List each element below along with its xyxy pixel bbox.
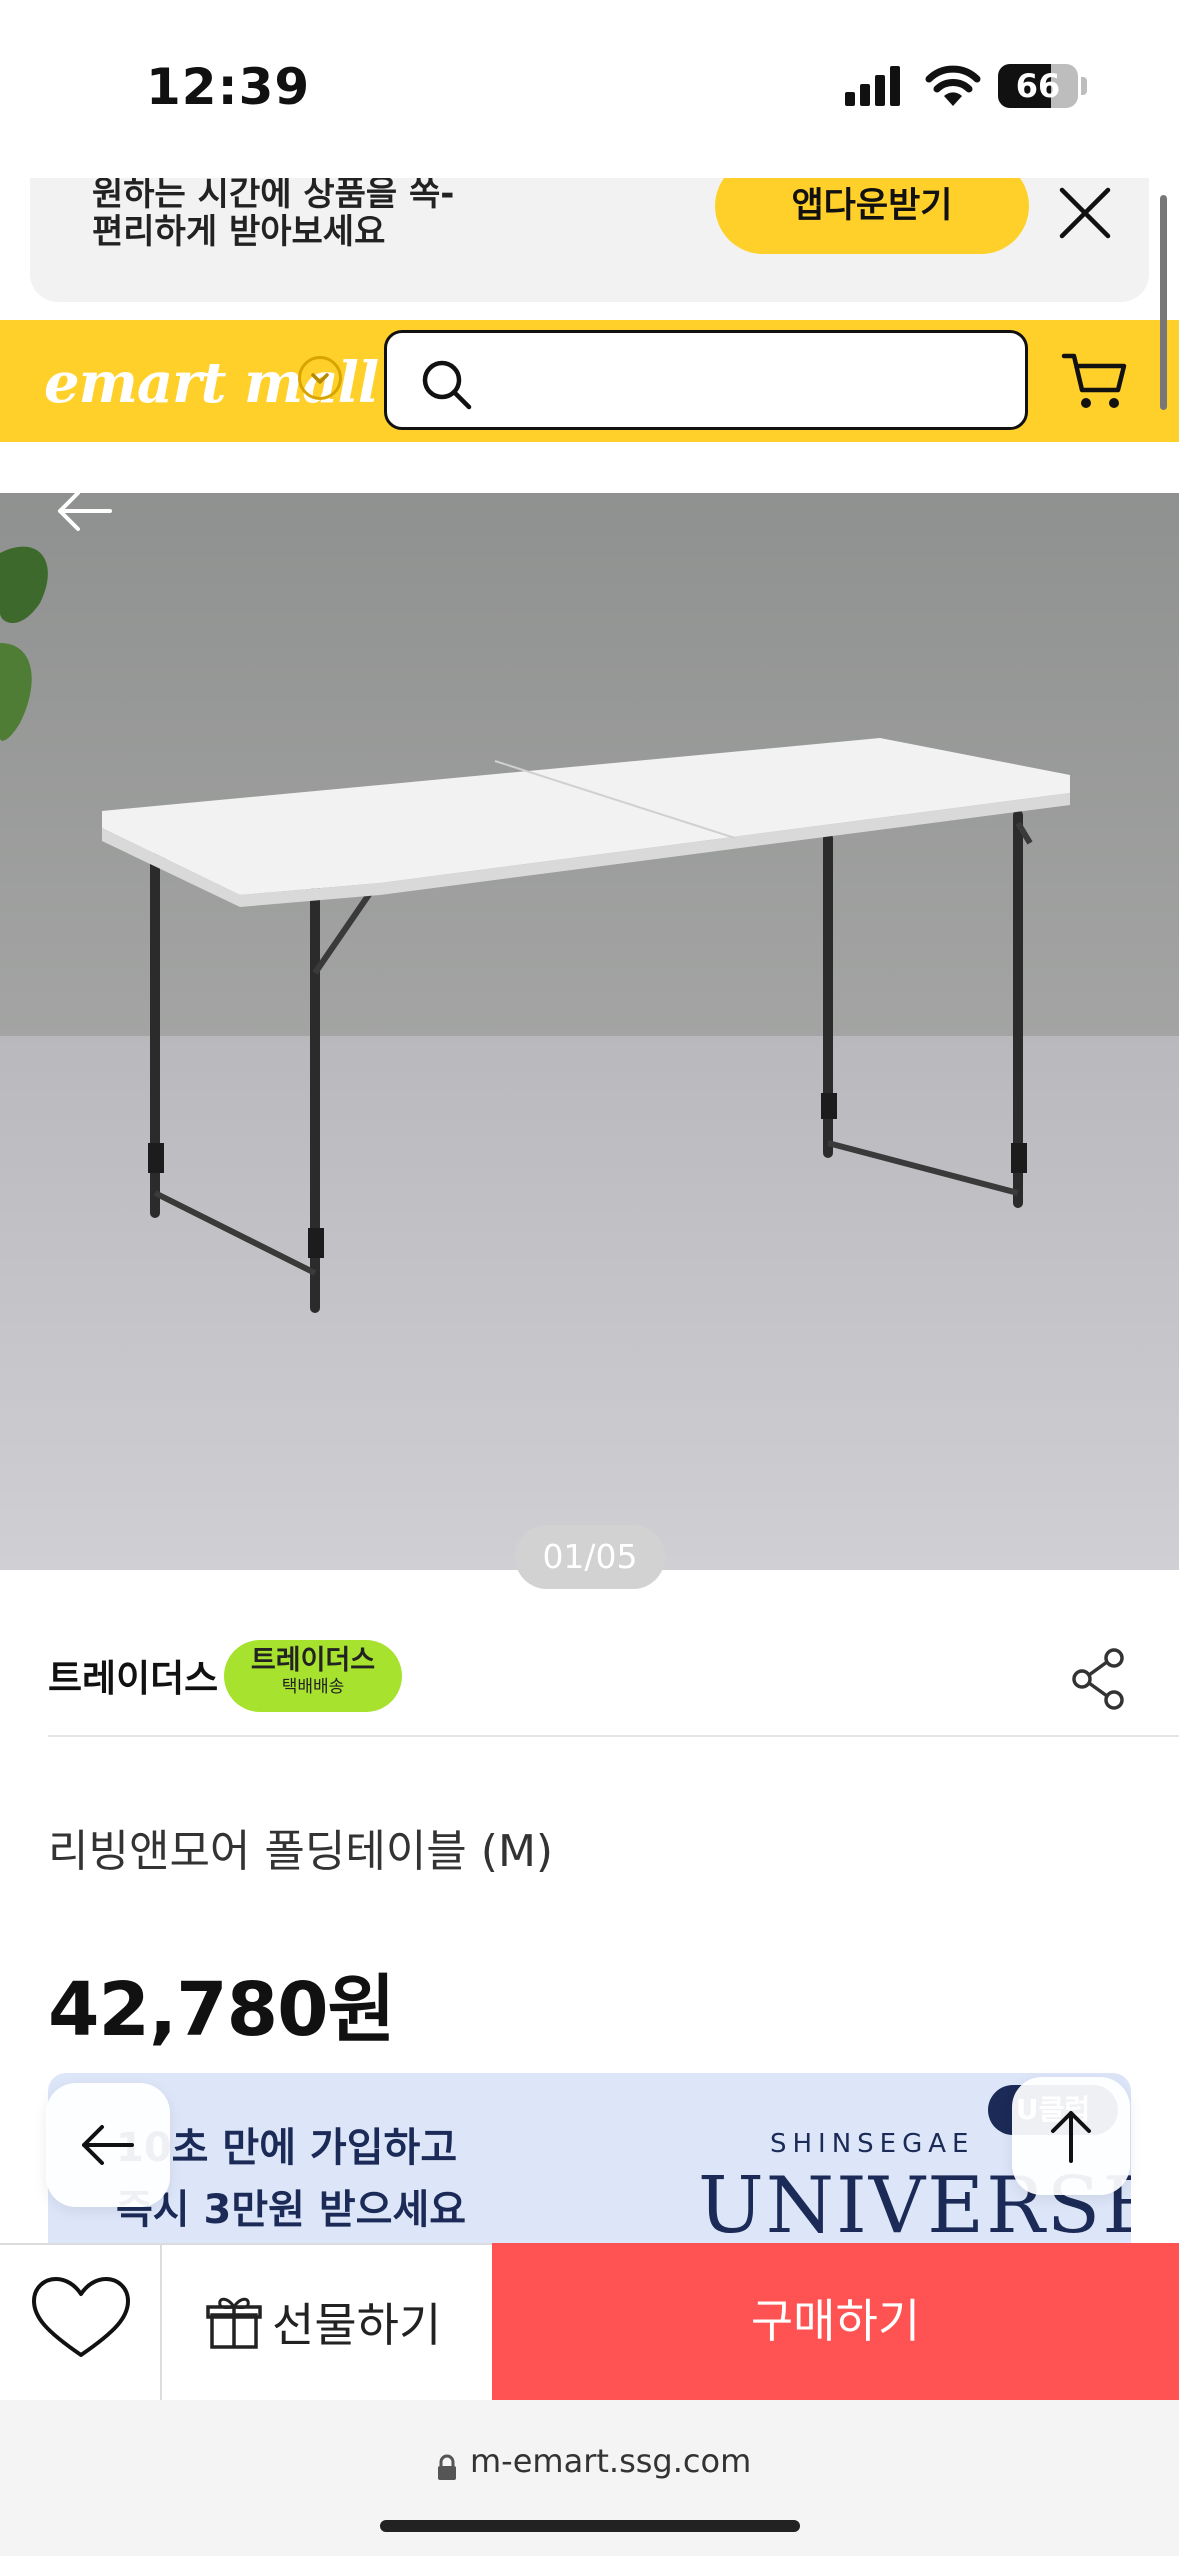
app-download-button[interactable]: 앱다운받기: [715, 178, 1029, 254]
gift-button[interactable]: 선물하기: [164, 2245, 492, 2400]
signal-icon: [845, 66, 900, 106]
status-bar: 12:39 66: [0, 0, 1179, 170]
mall-selector-button[interactable]: [298, 356, 342, 400]
back-arrow-icon[interactable]: [52, 486, 116, 536]
wifi-icon: [925, 65, 981, 106]
close-icon[interactable]: [1050, 178, 1120, 248]
product-price: 42,780원: [48, 1967, 396, 2053]
delivery-badge: 트레이더스 택배배송: [224, 1640, 402, 1712]
battery-level: 66: [1015, 67, 1061, 105]
product-image-gallery[interactable]: [0, 493, 1179, 1570]
promo-brand-top: SHINSEGAE: [770, 2129, 975, 2159]
banner-text-line2: 편리하게 받아보세요: [92, 212, 386, 252]
battery-indicator: 66: [998, 64, 1078, 108]
wishlist-button[interactable]: [0, 2245, 162, 2400]
universe-promo-banner[interactable]: 10초 만에 가입하고 즉시 3만원 받으세요 SHINSEGAE UNIVER…: [48, 2073, 1131, 2253]
site-header: emart mall: [0, 320, 1179, 442]
browser-address-bar[interactable]: m-emart.ssg.com: [0, 2400, 1179, 2556]
search-icon[interactable]: [417, 355, 477, 415]
search-input[interactable]: [384, 330, 1028, 430]
home-indicator[interactable]: [380, 2520, 800, 2532]
product-photo-folding-table: [0, 493, 1179, 1570]
divider: [48, 1735, 1179, 1737]
buy-button[interactable]: 구매하기: [492, 2243, 1179, 2400]
product-name: 리빙앤모어 폴딩테이블 (M): [48, 1826, 554, 1877]
status-time: 12:39: [146, 58, 311, 116]
share-icon[interactable]: [1070, 1648, 1128, 1710]
delivery-badge-title: 트레이더스: [250, 1645, 376, 1676]
chevron-down-icon: [311, 373, 329, 384]
seller-name[interactable]: 트레이더스: [48, 1648, 218, 1702]
arrow-up-icon: [1051, 2111, 1091, 2163]
arrow-left-icon: [82, 2125, 134, 2165]
heart-icon: [32, 2277, 130, 2357]
url-text[interactable]: m-emart.ssg.com: [470, 2442, 751, 2480]
bottom-action-bar: 선물하기 구매하기: [0, 2243, 1179, 2400]
scrollbar[interactable]: [1160, 195, 1167, 410]
floating-back-button[interactable]: [46, 2083, 170, 2207]
gift-label: 선물하기: [272, 2298, 442, 2352]
battery-tip: [1081, 77, 1087, 95]
lock-icon: [438, 2454, 456, 2480]
gift-icon: [206, 2297, 262, 2349]
cart-icon[interactable]: [1060, 350, 1130, 414]
delivery-badge-subtitle: 택배배송: [281, 1677, 345, 1697]
app-download-banner: 원하는 시간에 상품을 쏙- 편리하게 받아보세요 앱다운받기: [30, 178, 1149, 302]
image-counter: 01/05: [515, 1525, 665, 1589]
scroll-to-top-button[interactable]: [1012, 2077, 1130, 2195]
